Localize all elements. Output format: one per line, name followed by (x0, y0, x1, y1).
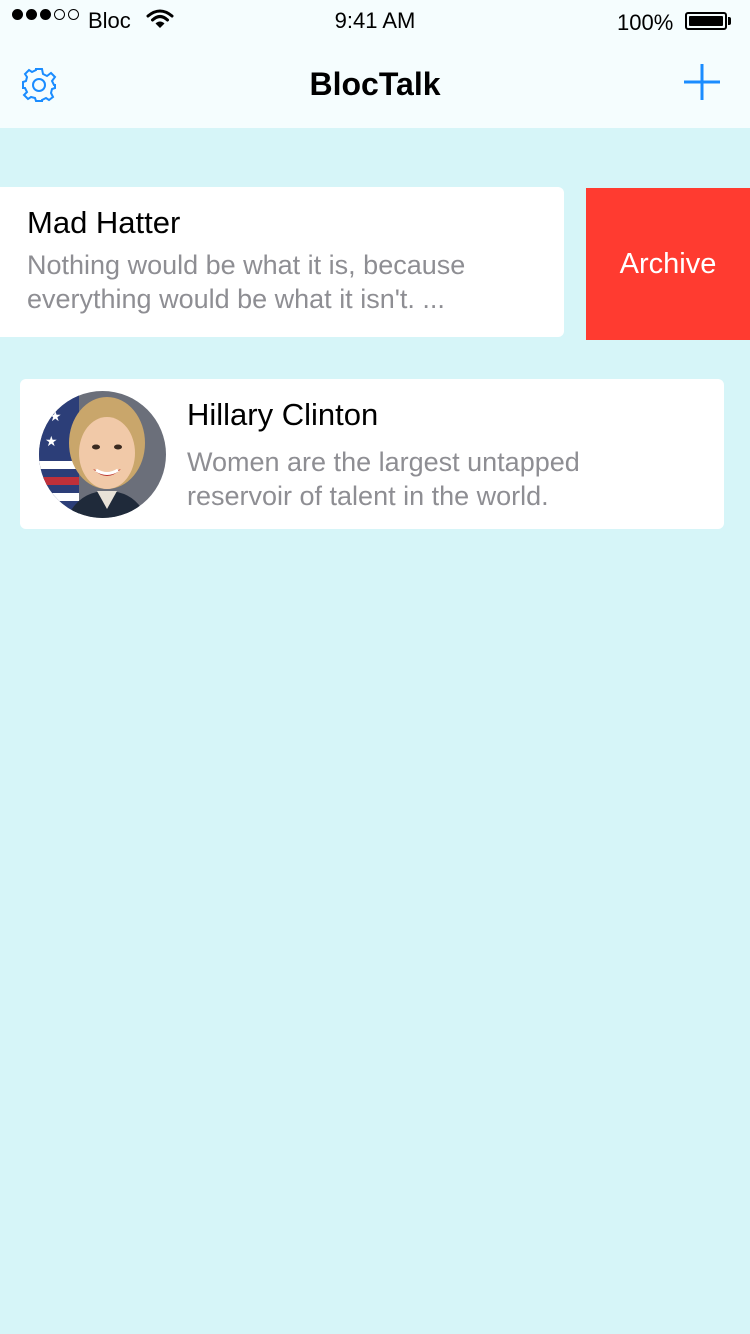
archive-button[interactable]: Archive (586, 188, 750, 340)
conversation-row[interactable]: Mad Hatter Nothing would be what it is, … (0, 187, 564, 337)
battery-percentage: 100% (617, 10, 674, 35)
contact-name: Mad Hatter (27, 205, 181, 240)
message-preview-line: Nothing would be what it is, because (27, 250, 466, 280)
page-title: BlocTalk (309, 66, 441, 102)
message-preview-line: reservoir of talent in the world. (187, 481, 549, 511)
contact-name: Hillary Clinton (187, 397, 379, 432)
navigation-bar: BlocTalk (0, 40, 750, 128)
message-preview-line: Women are the largest untapped (187, 447, 580, 477)
status-bar: Bloc 9:41 AM 100% (0, 0, 750, 40)
plus-icon[interactable] (682, 62, 722, 102)
message-preview-line: everything would be what it isn't. ... (27, 284, 445, 314)
battery-icon (685, 12, 727, 30)
battery-tip (728, 17, 731, 25)
avatar: ★ ★ (39, 391, 166, 518)
svg-text:★: ★ (45, 434, 58, 450)
